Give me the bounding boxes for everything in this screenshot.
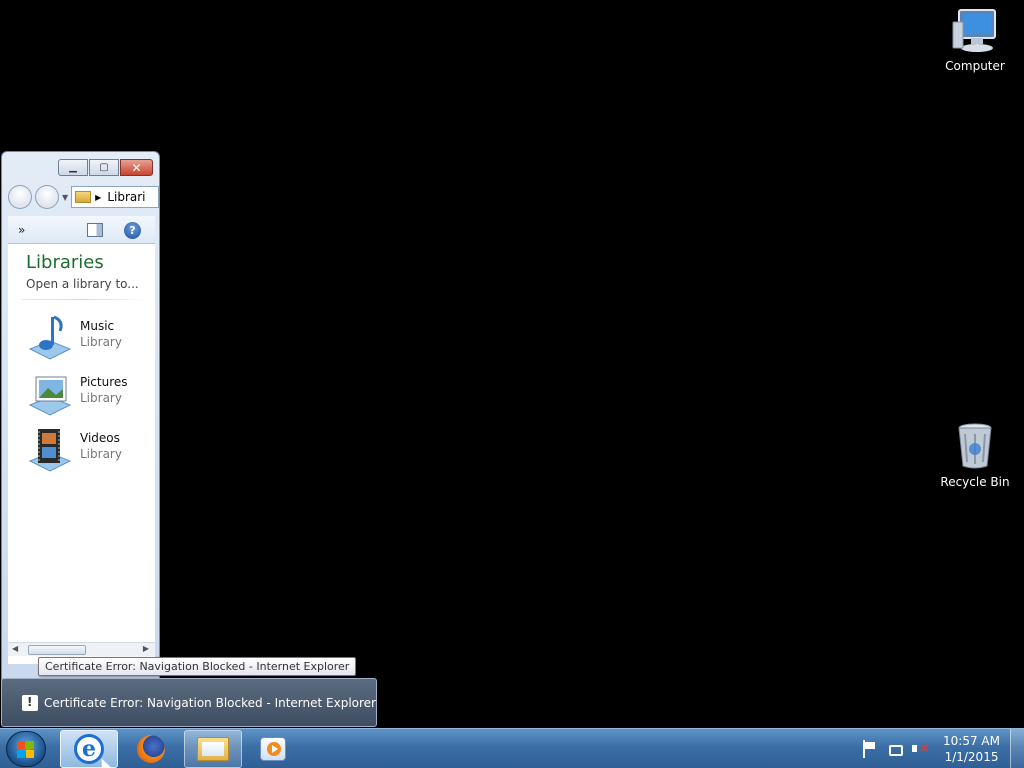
libraries-header: Libraries Open a library to...	[8, 244, 155, 291]
taskbar: e 10:57 AM 1/1/2015	[0, 728, 1024, 768]
windows-explorer-icon	[197, 737, 229, 761]
minimize-button[interactable]: ▁	[58, 159, 88, 176]
windows-logo-icon	[17, 741, 35, 759]
library-name: Music	[80, 319, 115, 333]
desktop: Computer Recycle Bin ▁ ▢ ✕ ▼ ▶ Librari »…	[0, 0, 1024, 768]
taskbar-tooltip: Certificate Error: Navigation Blocked - …	[38, 657, 357, 676]
desktop-icon-label: Computer	[945, 59, 1005, 73]
back-button[interactable]	[8, 185, 32, 209]
more-commands-button[interactable]: »	[18, 223, 25, 237]
address-text: Librari	[107, 190, 146, 204]
computer-icon	[952, 9, 996, 52]
explorer-window[interactable]: ▁ ▢ ✕ ▼ ▶ Librari » ? Libraries Open a l…	[1, 151, 160, 683]
address-bar[interactable]: ▶ Librari	[71, 186, 159, 208]
horizontal-scrollbar[interactable]: ◀ ▶	[8, 642, 155, 656]
thumbnail-title: Certificate Error: Navigation Blocked - …	[44, 695, 376, 710]
taskbar-thumbnail-popup[interactable]: Certificate Error: Navigation Blocked - …	[1, 678, 377, 727]
pictures-library-icon	[28, 376, 72, 416]
firefox-icon	[137, 735, 165, 763]
media-player-icon	[260, 737, 286, 761]
help-icon[interactable]: ?	[124, 222, 141, 239]
preview-pane-icon[interactable]	[87, 223, 103, 237]
scroll-left-icon[interactable]: ◀	[12, 644, 18, 653]
library-item-pictures[interactable]: Pictures Library	[22, 369, 152, 419]
page-subtitle: Open a library to...	[26, 277, 139, 291]
library-type: Library	[80, 391, 122, 405]
desktop-icon-computer[interactable]: Computer	[939, 8, 1011, 73]
taskbar-firefox[interactable]	[122, 730, 180, 768]
library-type: Library	[80, 335, 122, 349]
taskbar-media-player[interactable]	[244, 730, 302, 768]
breadcrumb-arrow-icon[interactable]: ▶	[95, 193, 101, 202]
action-center-flag-icon[interactable]	[863, 740, 881, 758]
network-icon[interactable]	[889, 744, 904, 756]
music-library-icon	[28, 315, 72, 360]
content-pane: Libraries Open a library to... Music Lib…	[8, 244, 155, 664]
certificate-error-page-icon	[22, 694, 38, 711]
minimize-icon: ▁	[69, 162, 77, 173]
library-name: Videos	[80, 431, 120, 445]
start-button[interactable]	[6, 731, 46, 767]
recent-pages-dropdown[interactable]: ▼	[62, 193, 68, 202]
scroll-right-icon[interactable]: ▶	[143, 644, 149, 653]
show-desktop-button[interactable]	[1010, 729, 1024, 768]
navigation-row: ▼ ▶ Librari	[8, 184, 159, 210]
desktop-icon-recycle-bin[interactable]: Recycle Bin	[939, 422, 1011, 489]
volume-muted-icon[interactable]	[911, 740, 930, 758]
desktop-icon-label: Recycle Bin	[940, 475, 1010, 489]
library-item-music[interactable]: Music Library	[22, 313, 152, 363]
caption-buttons: ▁ ▢ ✕	[57, 159, 153, 176]
maximize-button[interactable]: ▢	[89, 159, 119, 176]
scrollbar-thumb[interactable]	[28, 645, 86, 655]
videos-library-icon	[28, 429, 72, 472]
taskbar-windows-explorer[interactable]	[184, 730, 242, 768]
recycle-bin-icon	[958, 423, 992, 469]
restore-icon: ▢	[99, 162, 109, 173]
close-button[interactable]: ✕	[120, 159, 153, 176]
page-title: Libraries	[26, 252, 104, 273]
close-icon: ✕	[131, 160, 142, 175]
clock[interactable]: 10:57 AM 1/1/2015	[943, 733, 1000, 765]
library-type: Library	[80, 447, 122, 461]
library-item-videos[interactable]: Videos Library	[22, 425, 152, 475]
command-bar: » ?	[8, 216, 155, 244]
clock-date: 1/1/2015	[944, 750, 999, 764]
libraries-folder-icon	[75, 191, 92, 203]
clock-time: 10:57 AM	[943, 734, 1000, 748]
divider	[22, 299, 147, 300]
taskbar-internet-explorer[interactable]: e	[60, 730, 118, 768]
forward-button[interactable]	[35, 185, 59, 209]
notification-area: 10:57 AM 1/1/2015	[863, 729, 1024, 768]
library-name: Pictures	[80, 375, 128, 389]
